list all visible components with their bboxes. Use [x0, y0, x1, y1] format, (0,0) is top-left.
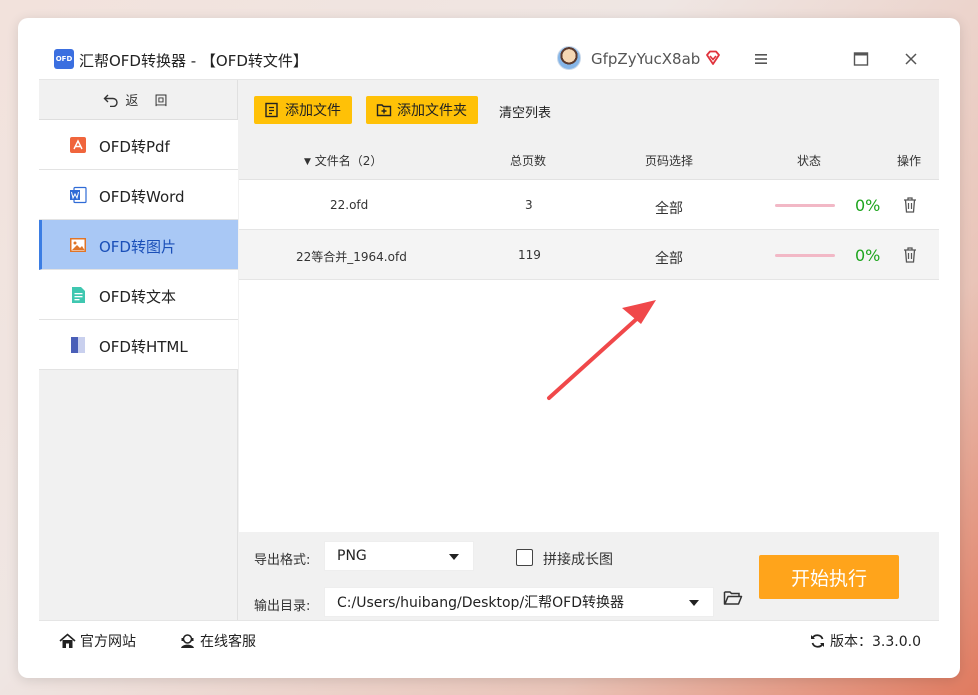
app-window: OFD 汇帮OFD转换器 - 【OFD转文件】 GfpZyYucX8ab 返 回…	[39, 38, 939, 658]
menu-icon[interactable]	[753, 51, 769, 67]
main-panel: 添加文件 添加文件夹 清空列表 ▼ 文件名（2） 总页数 页码选择 状态 操作 …	[239, 80, 939, 620]
sidebar-item-html[interactable]: OFD转HTML	[39, 320, 238, 370]
text-icon	[72, 287, 85, 303]
sidebar-item-label: OFD转HTML	[99, 338, 188, 356]
sidebar-item-pdf[interactable]: OFD转Pdf	[39, 120, 238, 170]
support-agent-icon	[181, 634, 194, 648]
add-folder-button[interactable]: 添加文件夹	[366, 96, 478, 124]
clear-list-button[interactable]: 清空列表	[499, 102, 551, 121]
table-row[interactable]: 22.ofd 3 全部 0%	[239, 180, 939, 230]
website-link[interactable]: 官方网站	[59, 631, 136, 651]
column-header-status: 状态	[797, 154, 822, 168]
window-title: 汇帮OFD转换器 - 【OFD转文件】	[79, 52, 308, 70]
file-table: ▼ 文件名（2） 总页数 页码选择 状态 操作 22.ofd 3 全部 0% 2…	[239, 136, 939, 532]
sidebar-item-label: OFD转文本	[99, 288, 176, 306]
word-icon	[70, 186, 87, 204]
sidebar-item-label: OFD转Pdf	[99, 138, 170, 156]
home-icon	[59, 633, 76, 648]
vip-diamond-icon[interactable]	[704, 49, 722, 67]
progress-percent: 0%	[855, 196, 881, 215]
row-filename: 22等合并_1964.ofd	[296, 250, 407, 264]
output-dir-select[interactable]: C:/Users/huibang/Desktop/汇帮OFD转换器	[324, 587, 714, 617]
sidebar-item-label: OFD转图片	[99, 238, 176, 256]
chevron-down-icon	[449, 554, 459, 560]
progress-bar	[775, 254, 835, 257]
page-select-dropdown[interactable]: 全部	[655, 198, 683, 218]
pdf-icon	[70, 137, 86, 153]
trash-icon[interactable]	[902, 246, 918, 264]
sidebar-item-word[interactable]: OFD转Word	[39, 170, 238, 220]
toolbar: 添加文件 添加文件夹 清空列表	[239, 80, 939, 124]
support-link[interactable]: 在线客服	[179, 631, 256, 651]
add-file-label: 添加文件	[285, 103, 341, 119]
add-file-icon	[265, 102, 278, 118]
sidebar-item-label: OFD转Word	[99, 188, 185, 206]
refresh-icon	[811, 634, 824, 648]
username[interactable]: GfpZyYucX8ab	[591, 50, 700, 68]
stitch-checkbox[interactable]	[516, 549, 533, 566]
progress-bar	[775, 204, 835, 207]
folder-open-icon[interactable]	[723, 589, 743, 607]
progress-percent: 0%	[855, 246, 881, 265]
website-label: 官方网站	[80, 634, 136, 650]
close-icon[interactable]	[903, 51, 919, 67]
row-pages: 119	[518, 248, 541, 262]
chevron-down-icon	[689, 600, 699, 606]
stitch-label[interactable]: 拼接成长图	[543, 549, 613, 569]
column-header-action: 操作	[897, 154, 922, 168]
filename-header-label: 文件名（2）	[314, 154, 383, 168]
app-logo-icon: OFD	[54, 49, 74, 69]
sidebar-item-image[interactable]: OFD转图片	[39, 220, 238, 270]
title-bar: OFD 汇帮OFD转换器 - 【OFD转文件】 GfpZyYucX8ab	[39, 38, 939, 80]
table-header: ▼ 文件名（2） 总页数 页码选择 状态 操作	[239, 136, 939, 180]
options-panel: 导出格式: PNG 拼接成长图 输出目录: C:/Users/huibang/D…	[239, 532, 939, 620]
sort-down-icon: ▼	[304, 157, 311, 167]
column-header-filename[interactable]: ▼ 文件名（2）	[304, 152, 382, 169]
column-header-pages: 总页数	[510, 154, 547, 168]
footer-bar: 官方网站 在线客服 版本：3.3.0.0	[39, 620, 939, 658]
maximize-icon[interactable]	[853, 51, 869, 67]
user-avatar[interactable]	[557, 46, 581, 70]
page-select-dropdown[interactable]: 全部	[655, 248, 683, 268]
start-button[interactable]: 开始执行	[759, 555, 899, 599]
export-format-select[interactable]: PNG	[324, 541, 474, 571]
row-pages: 3	[525, 198, 533, 212]
add-folder-icon	[376, 104, 392, 117]
column-header-page-select: 页码选择	[645, 154, 694, 168]
back-button[interactable]: 返 回	[39, 80, 238, 120]
image-icon	[70, 238, 86, 252]
trash-icon[interactable]	[902, 196, 918, 214]
sidebar: 返 回 OFD转Pdf OFD转Word OFD转图片 OFD转文本 OFD转H…	[39, 80, 238, 620]
export-format-label: 导出格式:	[254, 553, 311, 568]
add-folder-label: 添加文件夹	[397, 103, 467, 119]
row-filename: 22.ofd	[330, 198, 369, 212]
export-format-value: PNG	[337, 548, 367, 564]
support-label: 在线客服	[200, 634, 256, 650]
version-label: 版本：3.3.0.0	[830, 634, 921, 650]
output-dir-label: 输出目录:	[254, 599, 311, 614]
sidebar-item-text[interactable]: OFD转文本	[39, 270, 238, 320]
back-label: 返 回	[125, 94, 174, 109]
html-icon	[71, 337, 85, 353]
add-file-button[interactable]: 添加文件	[254, 96, 352, 124]
table-row[interactable]: 22等合并_1964.ofd 119 全部 0%	[239, 230, 939, 280]
back-arrow-icon	[103, 94, 119, 107]
version-info[interactable]: 版本：3.3.0.0	[809, 631, 921, 651]
output-dir-value: C:/Users/huibang/Desktop/汇帮OFD转换器	[337, 595, 625, 611]
